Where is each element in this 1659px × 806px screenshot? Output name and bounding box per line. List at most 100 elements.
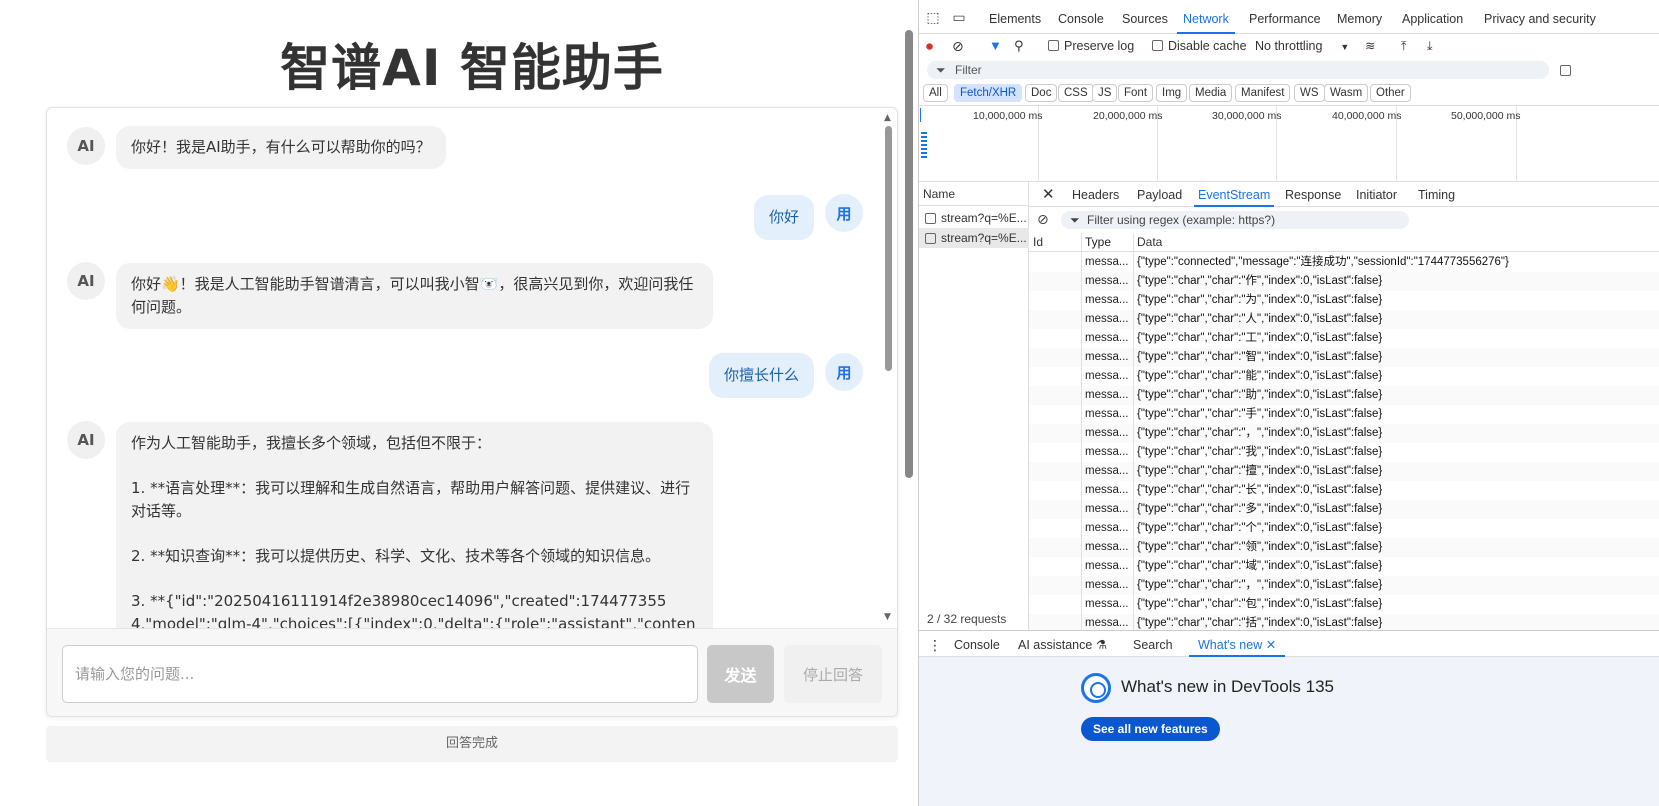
tab-eventstream[interactable]: EventStream [1194, 182, 1275, 207]
event-row[interactable]: messa... {"type":"char","char":"包","index… [1029, 595, 1659, 614]
tab-timing[interactable]: Timing [1418, 182, 1455, 207]
scroll-up-icon[interactable]: ▲ [884, 114, 891, 123]
event-row[interactable]: messa... {"type":"char","char":"助","index… [1029, 386, 1659, 405]
tab-response[interactable]: Response [1285, 182, 1341, 207]
column-id[interactable]: Id [1033, 233, 1081, 252]
filter-img[interactable]: Img [1156, 84, 1188, 102]
event-row[interactable]: messa... {"type":"char","char":"为","index… [1029, 291, 1659, 310]
request-detail-panel: ✕ Headers Payload EventStream Response I… [1029, 182, 1659, 633]
filter-doc[interactable]: Doc [1025, 84, 1058, 102]
close-icon[interactable]: ✕ [1042, 182, 1055, 207]
stop-answer-button[interactable]: 停止回答 [784, 645, 882, 703]
event-data: {"type":"char","char":"助","index":0,"isL… [1137, 389, 1383, 401]
tab-privacy-security[interactable]: Privacy and security [1484, 0, 1596, 34]
scroll-thumb[interactable] [885, 126, 892, 371]
event-data: {"type":"char","char":"多","index":0,"isL… [1137, 503, 1383, 515]
event-row[interactable]: messa... {"type":"char","char":"，","index… [1029, 424, 1659, 443]
tab-payload[interactable]: Payload [1137, 182, 1182, 207]
event-type: messa... [1085, 503, 1129, 515]
event-data: {"type":"char","char":"智","index":0,"isL… [1137, 351, 1383, 363]
drawer-tab-console[interactable]: Console [954, 631, 1000, 657]
see-all-features-button[interactable]: See all new features [1081, 717, 1220, 741]
tab-memory[interactable]: Memory [1337, 0, 1382, 34]
record-stop-icon[interactable]: ⏺ [926, 38, 933, 54]
event-row[interactable]: messa... {"type":"char","char":"能","index… [1029, 367, 1659, 386]
event-row[interactable]: messa... {"type":"char","char":"人","index… [1029, 310, 1659, 329]
whats-new-title: What's new in DevTools 135 [1121, 677, 1335, 696]
page-scrollbar[interactable] [905, 30, 913, 478]
event-row[interactable]: messa... {"type":"char","char":"擅","index… [1029, 462, 1659, 481]
scroll-down-icon[interactable]: ▼ [884, 613, 891, 622]
status-bar: 回答完成 [46, 726, 898, 762]
event-row[interactable]: messa... {"type":"char","char":"域","index… [1029, 557, 1659, 576]
request-row[interactable]: stream?q=%E... [919, 208, 1029, 228]
request-row-selected[interactable]: stream?q=%E... [919, 228, 1029, 248]
event-row[interactable]: messa... {"type":"char","char":"领","index… [1029, 538, 1659, 557]
message-list[interactable]: AI 你好！我是AI助手，有什么可以帮助你的吗？ 用 你好 AI 你好👋！我是人… [47, 108, 897, 628]
export-har-icon[interactable]: ⤓ [1427, 38, 1433, 54]
drawer-tab-whats-new[interactable]: What's new ✕ [1189, 631, 1286, 657]
event-row[interactable]: messa... {"type":"connected","message":"连… [1029, 253, 1659, 272]
event-row[interactable]: messa... {"type":"char","char":"智","index… [1029, 348, 1659, 367]
regex-filter-input[interactable]: ⏷ Filter using regex (example: https?) [1061, 211, 1409, 229]
event-row[interactable]: messa... {"type":"char","char":"，","index… [1029, 576, 1659, 595]
question-input[interactable] [62, 645, 698, 703]
event-type: messa... [1085, 427, 1129, 439]
clear-icon[interactable]: ⊘ [952, 38, 964, 54]
disable-cache-checkbox[interactable]: Disable cache [1152, 38, 1247, 54]
drawer-tab-search[interactable]: Search [1133, 631, 1173, 657]
throttling-select[interactable]: No throttling ▼ [1255, 38, 1349, 55]
invert-checkbox[interactable] [1560, 65, 1571, 76]
event-row[interactable]: messa... {"type":"char","char":"长","index… [1029, 481, 1659, 500]
filter-js[interactable]: JS [1092, 84, 1118, 102]
filter-ws[interactable]: WS [1294, 84, 1325, 102]
tab-application[interactable]: Application [1402, 0, 1463, 34]
device-toolbar-icon[interactable]: ▭ [951, 9, 967, 25]
column-type[interactable]: Type [1085, 233, 1133, 252]
filter-all[interactable]: All [923, 84, 948, 102]
chat-container: AI 你好！我是AI助手，有什么可以帮助你的吗？ 用 你好 AI 你好👋！我是人… [46, 107, 898, 717]
tab-network[interactable]: Network [1177, 0, 1235, 34]
message-scrollbar[interactable]: ▲ ▼ [883, 114, 893, 622]
clear-events-icon[interactable]: ⊘ [1037, 211, 1049, 228]
filter-css[interactable]: CSS [1058, 84, 1094, 102]
event-row[interactable]: messa... {"type":"char","char":"个","index… [1029, 519, 1659, 538]
event-row[interactable]: messa... {"type":"char","char":"作","index… [1029, 272, 1659, 291]
event-row[interactable]: messa... {"type":"char","char":"多","index… [1029, 500, 1659, 519]
ai-message-bubble: 作为人工智能助手，我擅长多个领域，包括但不限于： 1. **语言处理**：我可以… [116, 422, 713, 628]
tab-headers[interactable]: Headers [1072, 182, 1119, 207]
tab-console[interactable]: Console [1058, 0, 1104, 34]
inspect-element-icon[interactable]: ⬚ [925, 9, 941, 25]
tab-performance[interactable]: Performance [1249, 0, 1321, 34]
event-row[interactable]: messa... {"type":"char","char":"手","index… [1029, 405, 1659, 424]
tab-elements[interactable]: Elements [989, 0, 1041, 34]
event-data: {"type":"char","char":"我","index":0,"isL… [1137, 446, 1383, 458]
message-text: 你好👋！我是人工智能助手智谱清言，可以叫我小智🐻‍❄️，很高兴见到你，欢迎问我任… [131, 275, 694, 316]
filter-wasm[interactable]: Wasm [1324, 84, 1369, 102]
filter-other[interactable]: Other [1370, 84, 1411, 102]
network-filter-input[interactable]: ⏷ Filter [927, 61, 1549, 79]
page-title: 智谱AI 智能助手 [280, 39, 664, 97]
more-options-icon[interactable]: ⋮ [928, 631, 942, 657]
request-list: Name stream?q=%E... stream?q=%E... 2 / 3… [919, 182, 1029, 630]
tab-initiator[interactable]: Initiator [1356, 182, 1397, 207]
column-data[interactable]: Data [1137, 233, 1657, 252]
filter-media[interactable]: Media [1189, 84, 1233, 102]
filter-font[interactable]: Font [1118, 84, 1154, 102]
filter-funnel-icon: ⏷ [1070, 213, 1080, 227]
request-list-header[interactable]: Name [919, 182, 1029, 206]
filter-fetch-xhr[interactable]: Fetch/XHR [954, 84, 1023, 102]
drawer-tab-ai-assistance[interactable]: AI assistance ⚗ [1018, 631, 1107, 657]
filter-manifest[interactable]: Manifest [1235, 84, 1291, 102]
event-row[interactable]: messa... {"type":"char","char":"工","index… [1029, 329, 1659, 348]
send-button[interactable]: 发送 [707, 645, 774, 703]
event-type: messa... [1085, 275, 1129, 287]
event-row[interactable]: messa... {"type":"char","char":"我","index… [1029, 443, 1659, 462]
filter-icon[interactable]: ▼ [989, 38, 1002, 54]
network-overview-timeline[interactable]: 10,000,000 ms 20,000,000 ms 30,000,000 m… [919, 105, 1659, 182]
preserve-log-checkbox[interactable]: Preserve log [1048, 38, 1134, 54]
network-conditions-icon[interactable]: ≋ [1365, 38, 1375, 54]
search-icon[interactable]: ⚲ [1014, 38, 1024, 54]
tab-sources[interactable]: Sources [1122, 0, 1168, 34]
import-har-icon[interactable]: ⤒ [1401, 38, 1407, 54]
